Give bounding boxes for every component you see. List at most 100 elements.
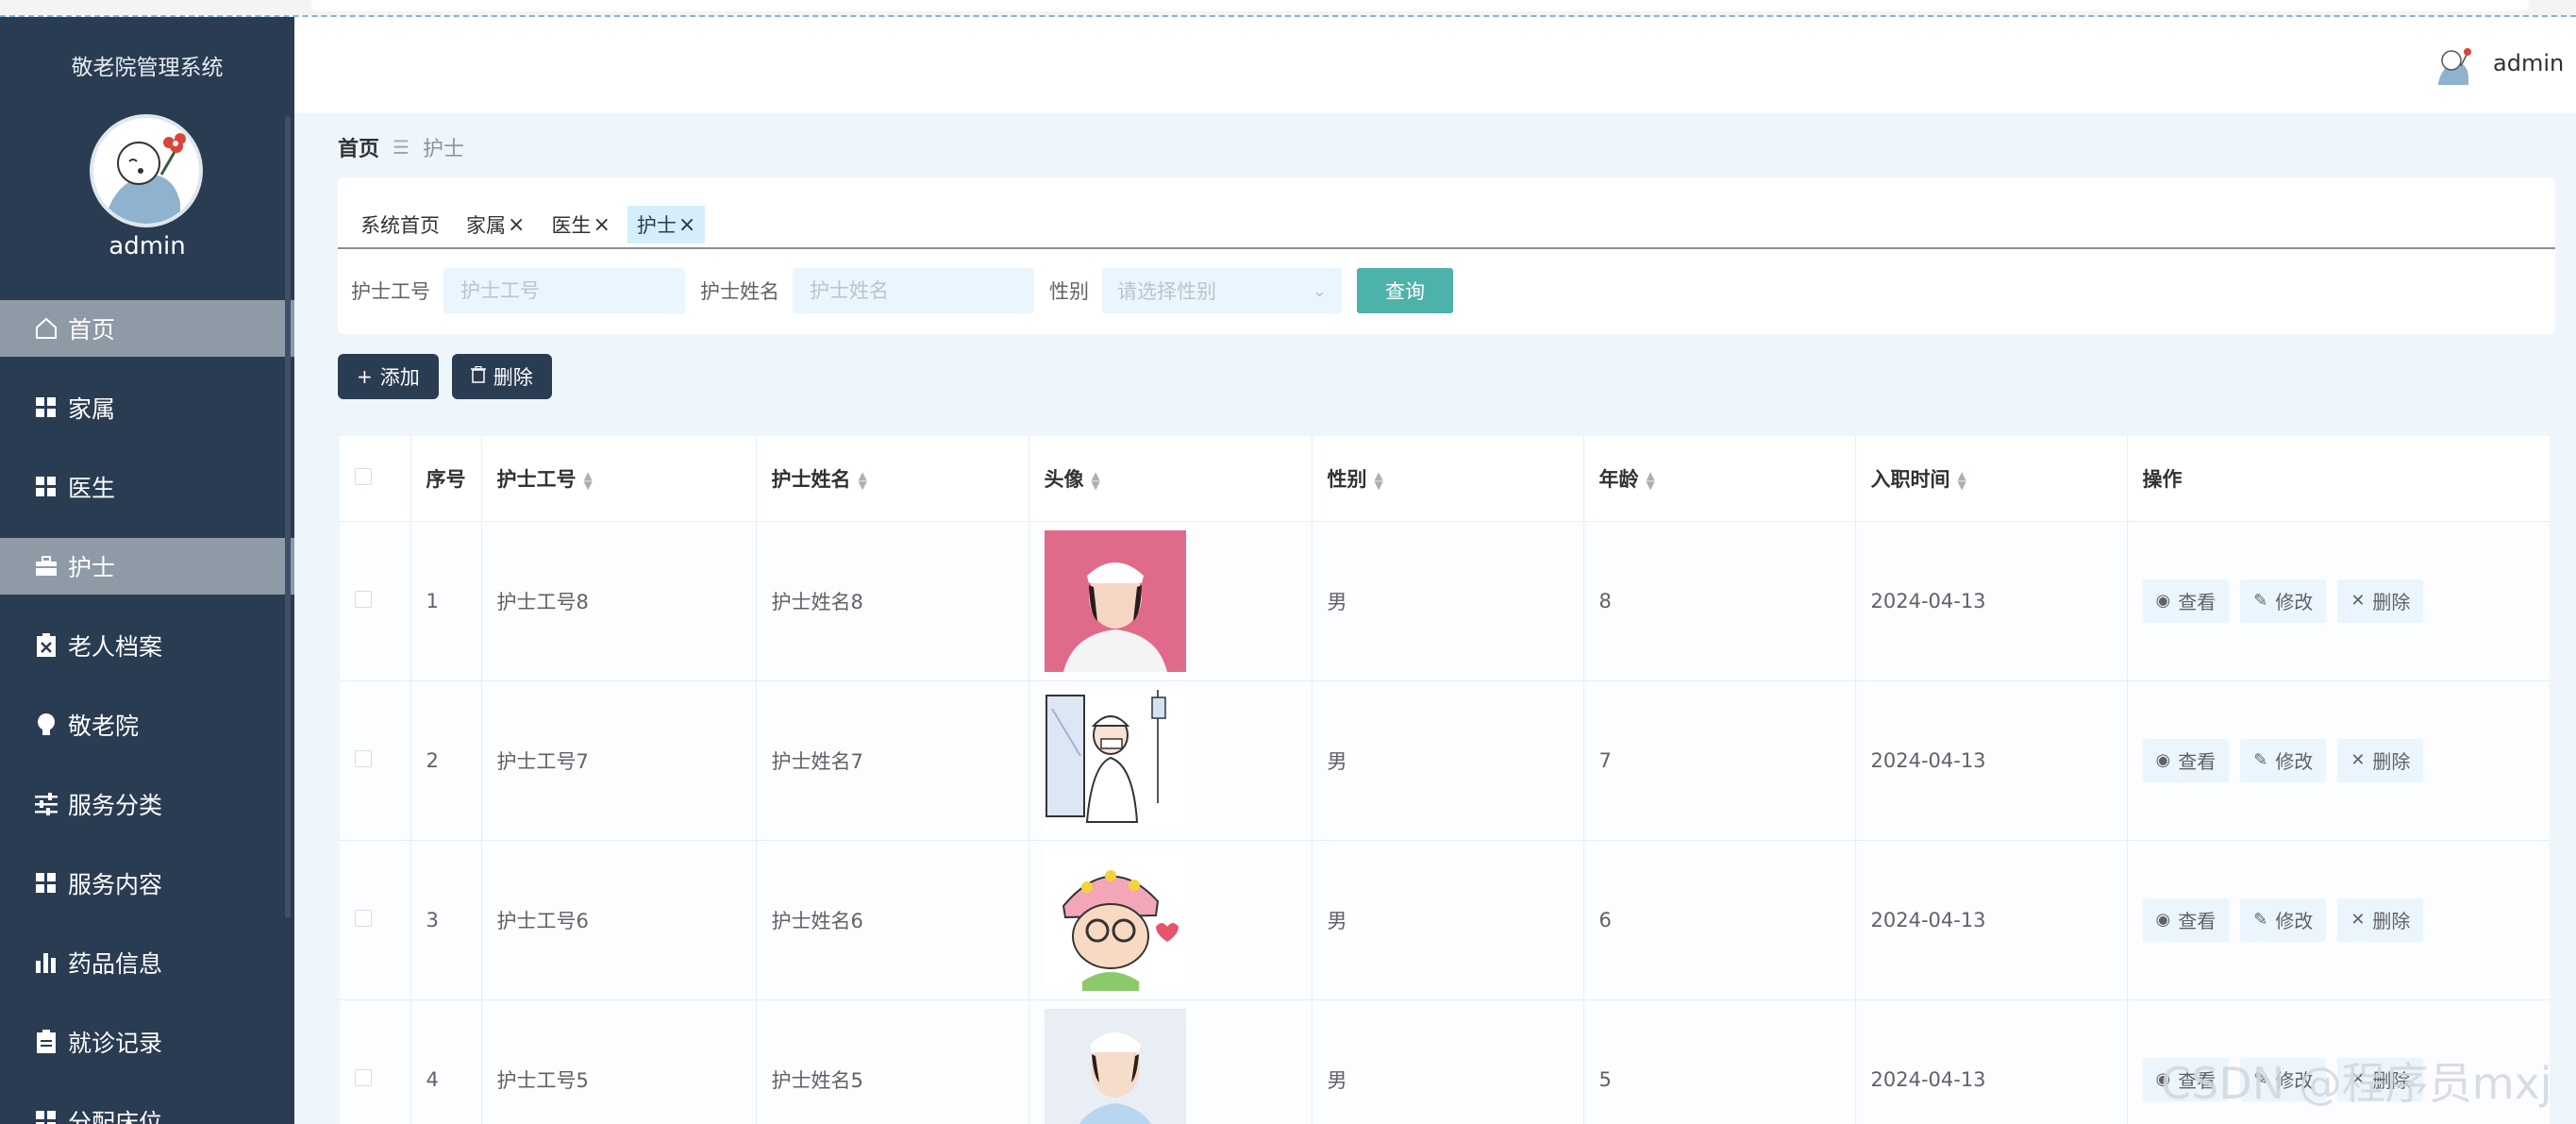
- home-icon: [32, 314, 60, 343]
- sidebar-item-service-category[interactable]: 服务分类: [0, 776, 294, 832]
- close-icon[interactable]: ×: [508, 213, 525, 237]
- sidebar-item-family[interactable]: 家属: [0, 379, 294, 436]
- sidebar-item-label: 医生: [68, 475, 116, 502]
- avatar-cell: [1029, 840, 1313, 1000]
- column-header-label: 护士工号: [496, 467, 577, 491]
- column-header[interactable]: 年龄 ▲ ▼: [1583, 436, 1856, 522]
- close-icon: ✕: [2350, 750, 2366, 770]
- sidebar-item-bed-assignment[interactable]: 分配床位: [0, 1093, 294, 1124]
- column-header-label: 头像: [1044, 467, 1084, 491]
- grid-icon: [32, 473, 60, 501]
- sidebar-item-service-content[interactable]: 服务内容: [0, 855, 294, 912]
- view-button[interactable]: ◉ 查看: [2142, 898, 2230, 942]
- nurse-photo[interactable]: [1044, 848, 1186, 991]
- edit-button[interactable]: ✎ 修改: [2240, 898, 2327, 942]
- sidebar-item-nursing-home[interactable]: 敬老院: [0, 696, 294, 753]
- view-label: 查看: [2178, 750, 2216, 773]
- header-username[interactable]: admin: [2493, 50, 2564, 76]
- column-header-label: 性别: [1327, 467, 1367, 491]
- sidebar-username: admin: [109, 232, 186, 260]
- tabs-divider: [338, 247, 2555, 249]
- column-header[interactable]: 头像 ▲ ▼: [1029, 436, 1313, 522]
- row-checkbox[interactable]: [355, 909, 372, 927]
- column-header[interactable]: 入职时间 ▲ ▼: [1855, 436, 2128, 522]
- select-all-cell: [340, 436, 411, 522]
- age-cell: 6: [1583, 840, 1856, 1000]
- top-strip: [0, 0, 2576, 17]
- breadcrumb-current: 护士: [422, 138, 464, 161]
- view-button[interactable]: ◉ 查看: [2142, 738, 2230, 782]
- delete-button[interactable]: ✕ 删除: [2337, 579, 2424, 623]
- close-icon[interactable]: ×: [593, 213, 610, 237]
- row-checkbox[interactable]: [355, 1068, 372, 1086]
- add-button[interactable]: + 添加: [338, 354, 439, 399]
- column-header[interactable]: 护士工号 ▲ ▼: [481, 436, 757, 522]
- nurse-no-input[interactable]: [443, 268, 685, 313]
- sidebar-avatar[interactable]: [90, 114, 203, 227]
- plus-icon: +: [357, 365, 373, 388]
- delete-label: 删除: [2372, 910, 2411, 932]
- hire-date-cell: 2024-04-13: [1855, 680, 2128, 841]
- row-checkbox[interactable]: [355, 749, 372, 767]
- sort-icon[interactable]: ▲ ▼: [859, 470, 867, 491]
- query-button[interactable]: 查询: [1357, 268, 1453, 313]
- edit-button[interactable]: ✎ 修改: [2240, 738, 2327, 782]
- sidebar-item-label: 就诊记录: [68, 1030, 163, 1057]
- view-button[interactable]: ◉ 查看: [2142, 579, 2230, 623]
- sidebar-item-elder-records[interactable]: 老人档案: [0, 617, 294, 674]
- nurse-photo[interactable]: [1044, 689, 1186, 831]
- edit-button[interactable]: ✎ 修改: [2240, 579, 2327, 623]
- sort-icon[interactable]: ▲ ▼: [584, 470, 593, 491]
- nurse-no-cell: 护士工号7: [481, 680, 757, 841]
- operations-cell: ◉ 查看 ✎ 修改 ✕ 删除: [2127, 521, 2550, 681]
- tabs-search-panel: 系统首页 家属 × 医生 × 护士 × 护士工号 护士姓名 性别 请选择性别 ⌄…: [338, 177, 2555, 334]
- sidebar-scrollbar[interactable]: [285, 116, 291, 918]
- sidebar-item-visit-records[interactable]: 就诊记录: [0, 1014, 294, 1070]
- gender-select-placeholder: 请选择性别: [1117, 280, 1216, 303]
- table-row[interactable]: 2 护士工号7 护士姓名7 男 7 2024-04-13 ◉ 查看 ✎ 修改 ✕…: [340, 680, 2550, 841]
- bulb-icon: [32, 711, 60, 739]
- edit-label: 修改: [2275, 750, 2314, 773]
- breadcrumb-home[interactable]: 首页: [338, 132, 379, 162]
- nurse-photo[interactable]: [1044, 1008, 1186, 1124]
- close-icon[interactable]: ×: [678, 213, 695, 237]
- tab-label: 系统首页: [360, 214, 440, 237]
- tab-family[interactable]: 家属 ×: [457, 206, 535, 243]
- tab-doctor[interactable]: 医生 ×: [542, 206, 620, 243]
- sidebar-item-medicine[interactable]: 药品信息: [0, 934, 294, 991]
- edit-icon: ✎: [2253, 910, 2268, 930]
- sort-icon[interactable]: ▲ ▼: [1958, 470, 1966, 491]
- sidebar-item-doctor[interactable]: 医生: [0, 459, 294, 515]
- table-row[interactable]: 3 护士工号6 护士姓名6 男 6 2024-04-13 ◉ 查看 ✎ 修改 ✕…: [340, 840, 2550, 1000]
- tab-system-home[interactable]: 系统首页: [351, 206, 449, 243]
- nurse-no-cell: 护士工号5: [481, 999, 757, 1124]
- nurse-name-input[interactable]: [793, 268, 1034, 313]
- row-index: 3: [410, 840, 482, 1000]
- nurse-name-cell: 护士姓名8: [756, 521, 1029, 681]
- sort-icon[interactable]: ▲ ▼: [1092, 470, 1100, 491]
- column-header[interactable]: 性别 ▲ ▼: [1312, 436, 1584, 522]
- header-avatar[interactable]: [2434, 43, 2478, 87]
- column-header[interactable]: 护士姓名 ▲ ▼: [756, 436, 1029, 522]
- sidebar-item-home[interactable]: 首页: [0, 300, 294, 357]
- eye-icon: ◉: [2155, 591, 2171, 611]
- trash-icon: [470, 365, 486, 388]
- table-row[interactable]: 1 护士工号8 护士姓名8 男 8 2024-04-13 ◉ 查看 ✎ 修改 ✕…: [340, 521, 2550, 681]
- tab-label: 护士: [636, 214, 677, 237]
- tab-nurse[interactable]: 护士 ×: [627, 206, 706, 243]
- select-all-checkbox[interactable]: [355, 467, 372, 485]
- sidebar-item-nurse[interactable]: 护士: [0, 538, 294, 595]
- gender-select[interactable]: 请选择性别 ⌄: [1102, 268, 1342, 313]
- sidebar-item-label: 家属: [68, 395, 116, 423]
- sort-icon[interactable]: ▲ ▼: [1375, 470, 1383, 491]
- delete-button[interactable]: ✕ 删除: [2337, 898, 2424, 942]
- row-index: 2: [410, 680, 482, 841]
- delete-button[interactable]: ✕ 删除: [2337, 738, 2424, 782]
- nurse-name-label: 护士姓名: [700, 280, 779, 303]
- column-header-label: 护士姓名: [771, 467, 851, 491]
- row-checkbox[interactable]: [355, 590, 372, 608]
- batch-delete-button[interactable]: 删除: [451, 354, 552, 399]
- nurse-photo[interactable]: [1044, 529, 1186, 672]
- edit-icon: ✎: [2253, 750, 2268, 770]
- sort-icon[interactable]: ▲ ▼: [1647, 470, 1655, 491]
